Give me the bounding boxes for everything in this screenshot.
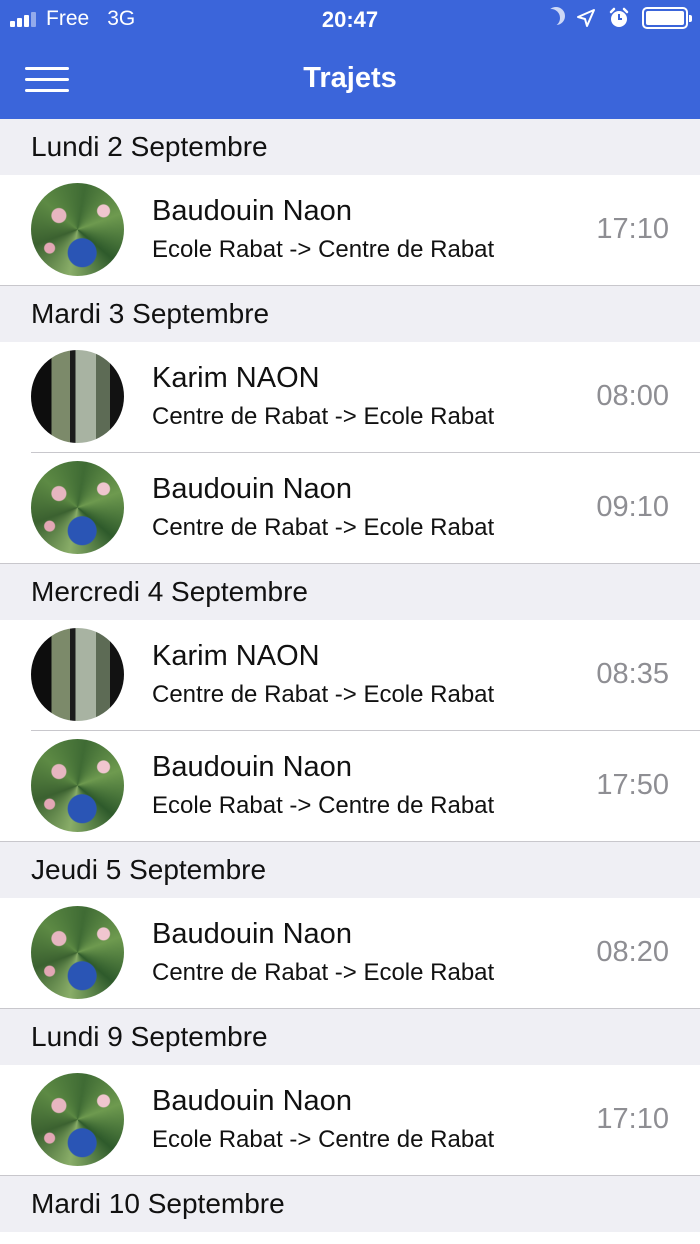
section-header-date: Mardi 10 Septembre [0, 1176, 700, 1232]
driver-name: Karim NAON [152, 640, 320, 672]
avatar [31, 183, 124, 276]
location-icon [577, 9, 595, 27]
trip-time: 17:50 [596, 769, 669, 801]
driver-name: Baudouin Naon [152, 1085, 352, 1117]
trip-time: 08:00 [596, 380, 669, 412]
moon-icon [542, 9, 560, 27]
battery-icon [642, 7, 692, 29]
trip-row[interactable]: Baudouin Naon Centre de Rabat -> Ecole Ra… [0, 453, 700, 564]
trip-row[interactable]: Baudouin Naon Ecole Rabat -> Centre de Ra… [0, 731, 700, 842]
avatar [31, 628, 124, 721]
trip-time: 09:10 [596, 491, 669, 523]
status-bar: Free 3G 20:47 [0, 0, 700, 40]
trip-route: Centre de Rabat -> Ecole Rabat [152, 514, 495, 541]
trip-row[interactable]: Karim NAON Centre de Rabat -> Ecole Rabat… [0, 620, 700, 731]
trip-row[interactable]: Karim NAON Centre de Rabat -> Ecole Rabat… [0, 342, 700, 453]
section-header-date: Jeudi 5 Septembre [0, 842, 700, 898]
trip-row[interactable]: Baudouin Naon Ecole Rabat -> Centre de Ra… [0, 175, 700, 286]
trip-time: 08:35 [596, 658, 669, 690]
trip-route: Ecole Rabat -> Centre de Rabat [152, 1126, 495, 1153]
trip-row[interactable]: Baudouin Naon Centre de Rabat -> Ecole Ra… [0, 898, 700, 1009]
driver-name: Baudouin Naon [152, 918, 352, 950]
driver-name: Karim NAON [152, 362, 320, 394]
trip-time: 17:10 [596, 213, 669, 245]
trip-time: 08:20 [596, 936, 669, 968]
avatar [31, 350, 124, 443]
trip-route: Ecole Rabat -> Centre de Rabat [152, 236, 495, 263]
alarm-icon [609, 7, 629, 27]
trip-row[interactable]: Baudouin Naon Ecole Rabat -> Centre de Ra… [0, 1065, 700, 1176]
driver-name: Baudouin Naon [152, 751, 352, 783]
driver-name: Baudouin Naon [152, 473, 352, 505]
section-header-date: Mardi 3 Septembre [0, 286, 700, 342]
navigation-bar: Trajets [0, 40, 700, 119]
avatar [31, 906, 124, 999]
avatar [31, 739, 124, 832]
driver-name: Baudouin Naon [152, 195, 352, 227]
trip-time: 17:10 [596, 1103, 669, 1135]
trip-route: Centre de Rabat -> Ecole Rabat [152, 403, 495, 430]
section-header-date: Lundi 9 Septembre [0, 1009, 700, 1065]
page-title: Trajets [303, 62, 397, 94]
trip-list: Lundi 2 Septembre Baudouin Naon Ecole Raba… [0, 119, 700, 1232]
trip-route: Ecole Rabat -> Centre de Rabat [152, 792, 495, 819]
avatar [31, 461, 124, 554]
section-header-date: Lundi 2 Septembre [0, 119, 700, 175]
app-header: Free 3G 20:47 Trajets [0, 0, 700, 119]
trip-route: Centre de Rabat -> Ecole Rabat [152, 681, 495, 708]
section-header-date: Mercredi 4 Septembre [0, 564, 700, 620]
trip-route: Centre de Rabat -> Ecole Rabat [152, 959, 495, 986]
avatar [31, 1073, 124, 1166]
